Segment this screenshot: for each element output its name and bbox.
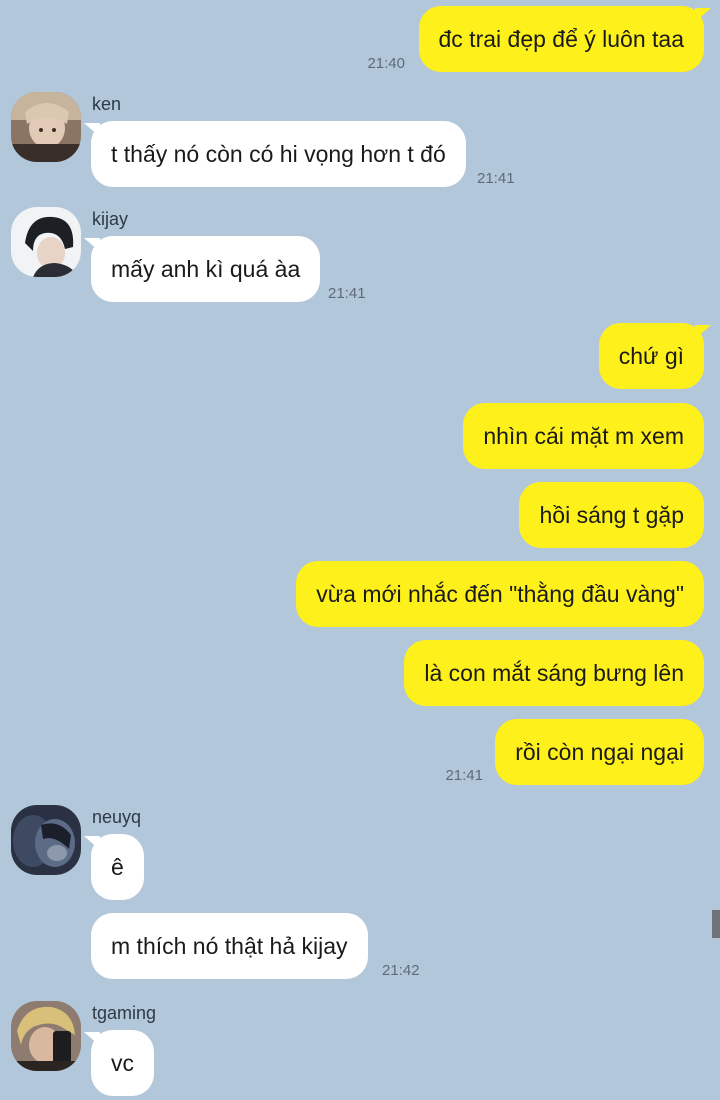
outgoing-message[interactable]: là con mắt sáng bưng lên — [404, 640, 704, 706]
outgoing-message[interactable]: nhìn cái mặt m xem — [463, 403, 704, 469]
bubble-tail — [84, 1032, 100, 1046]
avatar-neuyq-icon — [11, 805, 81, 875]
sender-name: neuyq — [92, 807, 142, 827]
message-text: là con mắt sáng bưng lên — [424, 660, 684, 686]
outgoing-message[interactable]: chứ gì — [598, 323, 711, 389]
outgoing-message[interactable]: đc trai đẹp để ý luôn taa — [418, 6, 711, 72]
message-text: vc — [111, 1050, 134, 1076]
message-text: ê — [111, 854, 124, 880]
message-text: t thấy nó còn có hi vọng hơn t đó — [111, 141, 446, 167]
incoming-message[interactable]: t thấy nó còn có hi vọng hơn t đó — [84, 121, 466, 187]
message-time: 21:40 — [367, 55, 405, 72]
avatar[interactable] — [11, 92, 81, 162]
incoming-message[interactable]: vc — [84, 1030, 154, 1096]
avatar-kijay-icon — [11, 207, 81, 277]
avatar[interactable] — [11, 805, 81, 875]
message-text: nhìn cái mặt m xem — [483, 423, 684, 449]
outgoing-message[interactable]: rồi còn ngại ngại — [495, 719, 704, 785]
message-text: rồi còn ngại ngại — [515, 739, 684, 765]
bubble-tail — [84, 123, 100, 137]
message-time: 21:42 — [382, 962, 420, 979]
sender-name: kijay — [92, 209, 129, 229]
incoming-message[interactable]: mấy anh kì quá àa — [84, 236, 321, 302]
message-time: 21:41 — [445, 767, 483, 784]
outgoing-message[interactable]: vừa mới nhắc đến "thằng đầu vàng" — [296, 561, 704, 627]
message-time: 21:41 — [477, 170, 515, 187]
message-text: chứ gì — [618, 343, 684, 369]
avatar-ken-icon — [11, 92, 81, 162]
message-text: hồi sáng t gặp — [539, 502, 684, 528]
bubble-tail — [84, 238, 100, 252]
bubble-tail — [84, 836, 100, 850]
incoming-message[interactable]: ê — [84, 834, 144, 900]
sender-name: ken — [92, 94, 122, 114]
outgoing-message[interactable]: hồi sáng t gặp — [519, 482, 704, 548]
chat-thread[interactable]: đc trai đẹp để ý luôn taa 21:40 ken t th… — [0, 0, 720, 1100]
incoming-message[interactable]: m thích nó thật hả kijay — [91, 913, 368, 979]
message-text: vừa mới nhắc đến "thằng đầu vàng" — [316, 581, 684, 607]
avatar[interactable] — [11, 207, 81, 277]
bubble-tail — [695, 325, 711, 339]
message-text: m thích nó thật hả kijay — [111, 933, 348, 959]
message-text: đc trai đẹp để ý luôn taa — [438, 26, 685, 52]
message-time: 21:41 — [328, 285, 366, 302]
bubble-tail — [695, 8, 711, 22]
sender-name: tgaming — [92, 1003, 157, 1023]
avatar-tgaming-icon — [11, 1001, 81, 1071]
message-text: mấy anh kì quá àa — [111, 256, 301, 282]
scrollbar-thumb[interactable] — [712, 910, 720, 938]
avatar[interactable] — [11, 1001, 81, 1071]
